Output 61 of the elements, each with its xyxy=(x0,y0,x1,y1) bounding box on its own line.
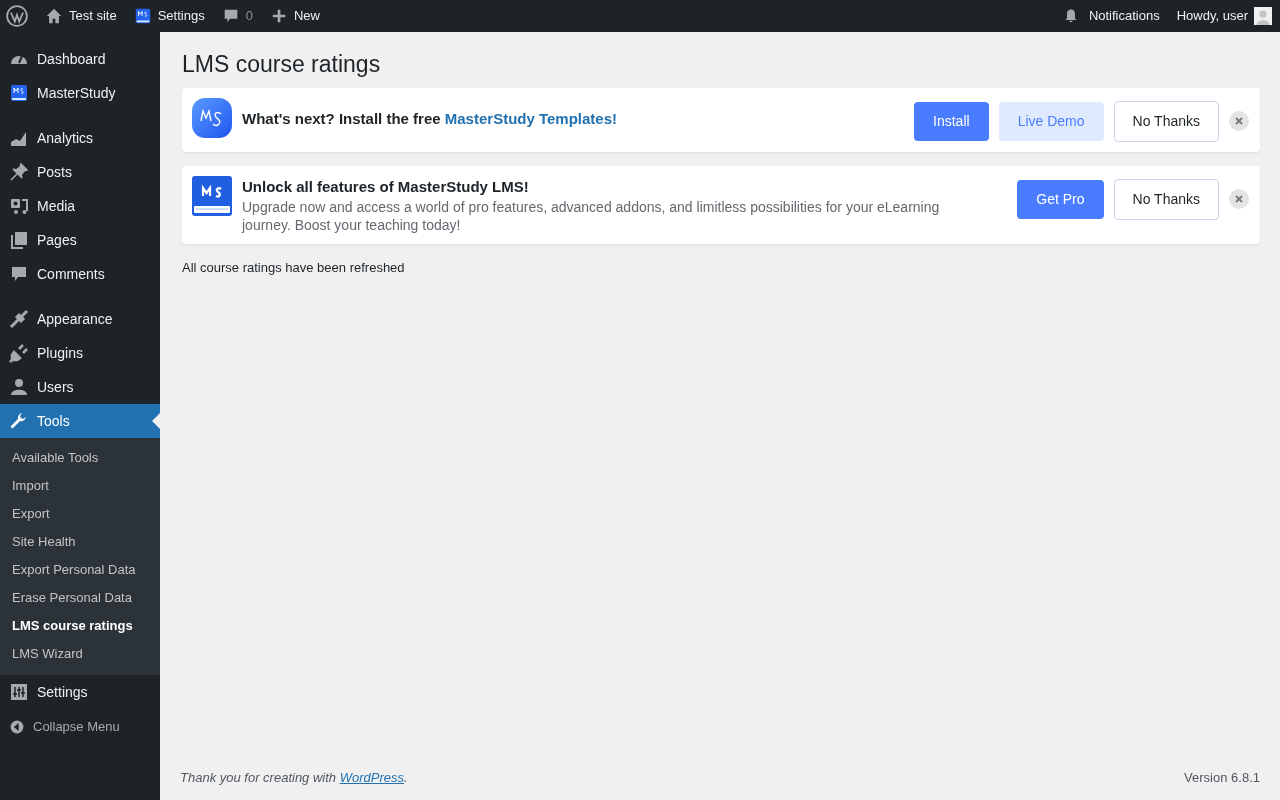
submenu-item[interactable]: Import xyxy=(0,472,160,500)
status-message: All course ratings have been refreshed xyxy=(182,259,406,278)
dismiss-button[interactable]: No Thanks xyxy=(1113,178,1219,220)
menu-item[interactable]: Dashboard xyxy=(0,42,160,76)
wordpress-logo-icon[interactable] xyxy=(6,5,28,27)
home-icon xyxy=(45,7,63,25)
menu-item[interactable]: Plugins xyxy=(0,336,160,370)
close-icon xyxy=(1234,116,1244,127)
close-button[interactable] xyxy=(1229,111,1249,132)
submenu-item[interactable]: Export xyxy=(0,500,160,528)
user-icon xyxy=(9,377,29,397)
logo-icon xyxy=(192,97,232,138)
primary-button[interactable]: Get Pro xyxy=(1017,179,1104,219)
menu-item[interactable]: Users xyxy=(0,370,160,404)
menu-item[interactable]: Analytics xyxy=(0,121,160,155)
menu-item[interactable]: Comments xyxy=(0,257,160,291)
submenu-item[interactable]: Site Health xyxy=(0,528,160,556)
dismiss-button[interactable]: No Thanks xyxy=(1113,100,1219,142)
media-icon xyxy=(9,196,29,216)
book-icon xyxy=(9,83,29,103)
submenu-item[interactable]: LMS Wizard xyxy=(0,640,160,668)
footer-text: Thank you for creating with WordPress. xyxy=(180,768,408,787)
toolbar-item[interactable]: Notifications xyxy=(1062,6,1160,26)
menu-item[interactable]: Settings xyxy=(0,675,160,709)
menu-item[interactable]: Appearance xyxy=(0,302,160,336)
sliders-icon xyxy=(9,682,29,702)
primary-button[interactable]: Install xyxy=(914,101,989,141)
page-title: LMS course ratings xyxy=(182,50,382,79)
toolbar-item[interactable]: 0 xyxy=(221,6,253,26)
wrench-icon xyxy=(9,411,29,431)
paintbrush-icon xyxy=(9,309,29,329)
collapse-icon xyxy=(9,718,25,735)
close-button[interactable] xyxy=(1229,189,1249,210)
collapse-menu-button[interactable]: Collapse Menu xyxy=(0,709,160,745)
toolbar-item[interactable]: Howdy, user xyxy=(1176,6,1272,26)
pages-icon xyxy=(9,230,29,250)
menu-item[interactable]: Posts xyxy=(0,155,160,189)
avatar-icon xyxy=(1254,7,1272,25)
plug-icon xyxy=(9,343,29,363)
submenu-item[interactable]: LMS course ratings xyxy=(0,612,160,640)
menu-item[interactable]: Pages xyxy=(0,223,160,257)
close-icon xyxy=(1234,194,1244,205)
pointer-icon xyxy=(152,413,160,429)
submenu-item[interactable]: Export Personal Data xyxy=(0,556,160,584)
toolbar-item[interactable]: New xyxy=(269,6,320,26)
submenu-item[interactable]: Erase Personal Data xyxy=(0,584,160,612)
notice-heading: What's next? Install the free MasterStudy Templates! xyxy=(242,108,619,129)
book-logo-icon xyxy=(192,175,232,216)
notice-description: Upgrade now and access a world of pro features, advanced addons, and limitless possibilities for your eLearning journey. Boost your teaching today! xyxy=(242,198,941,235)
menu-item[interactable]: Tools xyxy=(0,404,160,438)
book-icon xyxy=(133,7,152,25)
templates-link[interactable]: MasterStudy Templates! xyxy=(444,109,618,127)
version-text: Version 6.8.1 xyxy=(1184,768,1260,787)
menu-item[interactable]: Media xyxy=(0,189,160,223)
submenu-item[interactable]: Available Tools xyxy=(0,444,160,472)
menu-item[interactable]: MasterStudy xyxy=(0,76,160,110)
pushpin-icon xyxy=(9,162,29,182)
toolbar-item[interactable]: Test site xyxy=(45,6,117,26)
toolbar-item[interactable]: Settings xyxy=(133,6,205,26)
notice-title: Unlock all features of MasterStudy LMS! xyxy=(242,176,530,197)
wordpress-link[interactable]: WordPress xyxy=(339,769,404,785)
